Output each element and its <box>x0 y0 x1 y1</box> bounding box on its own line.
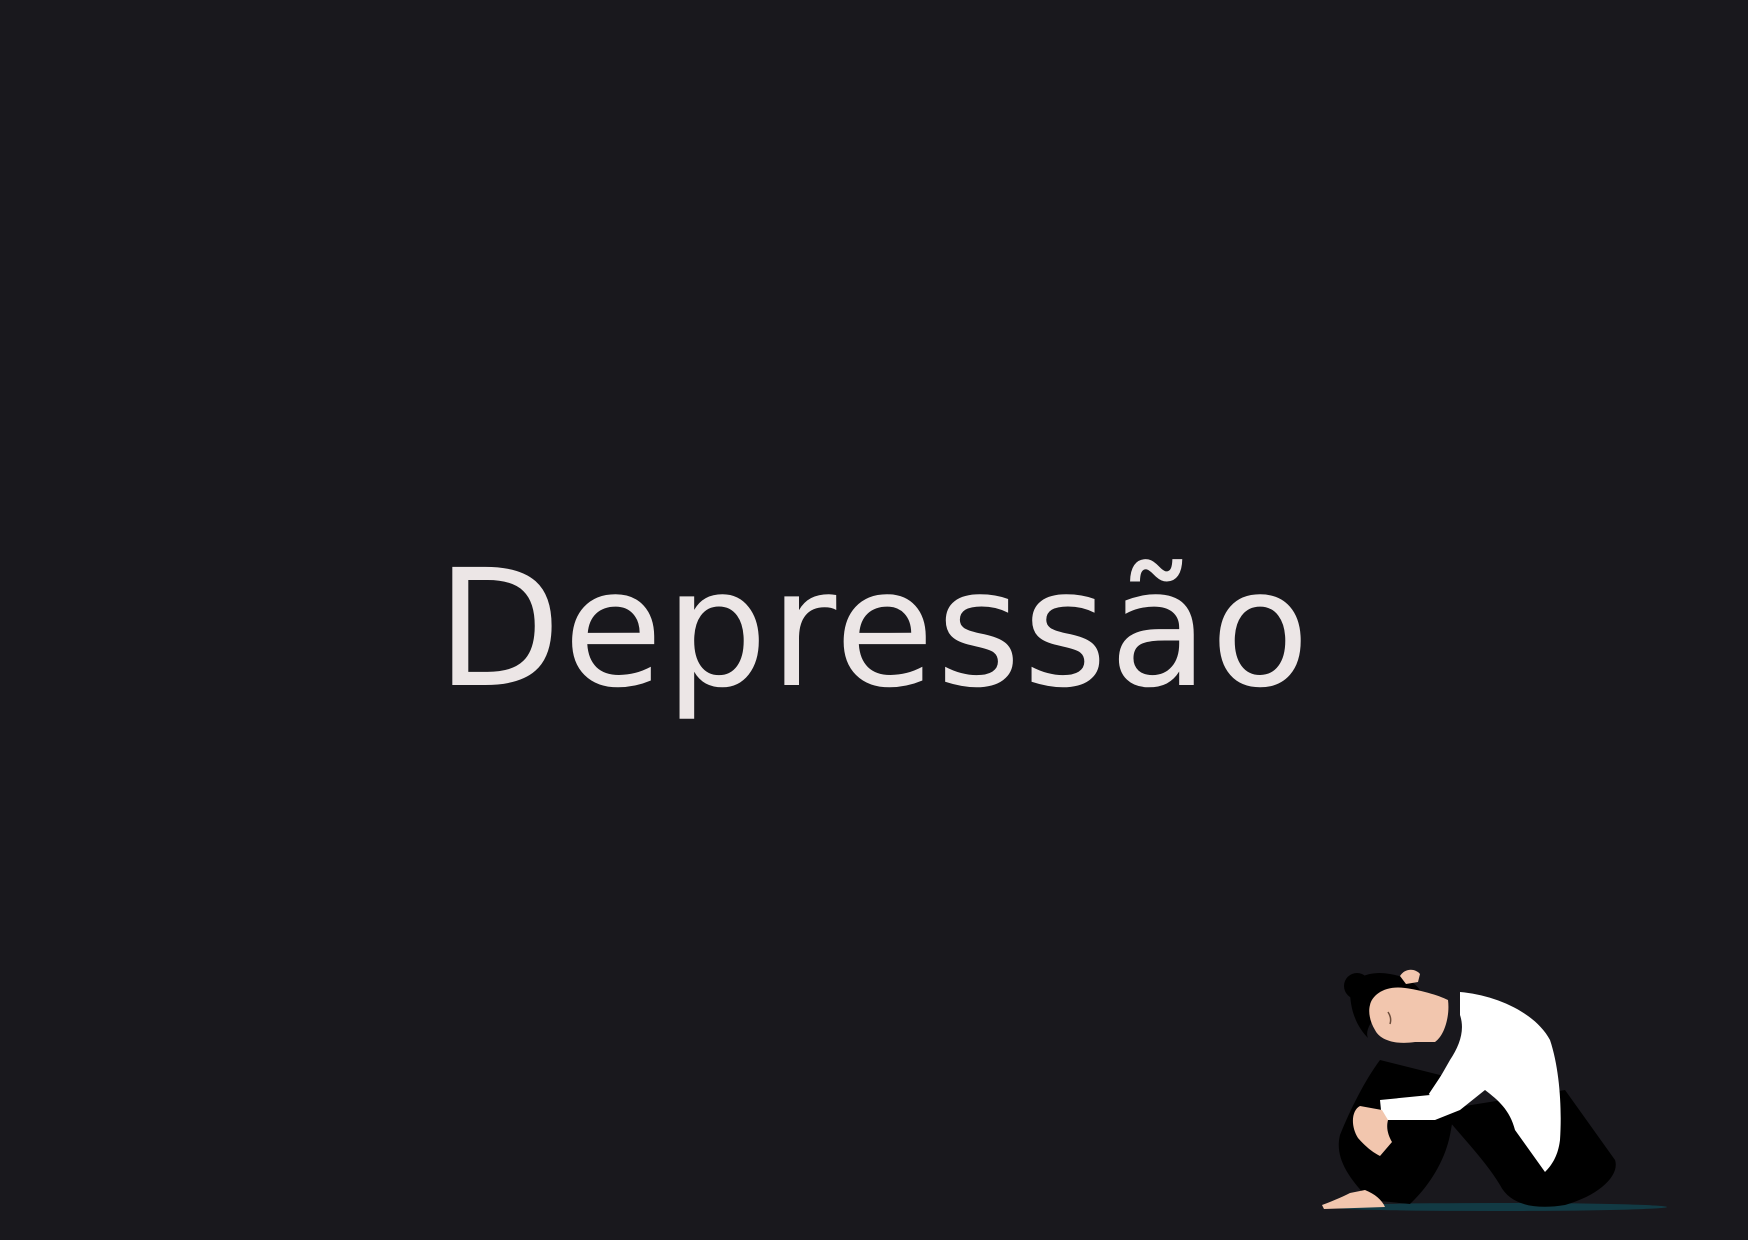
face <box>1369 987 1449 1043</box>
slide: Depressão <box>0 0 1748 1240</box>
sad-person-hugging-knees-illustration <box>1322 969 1667 1211</box>
slide-title: Depressão <box>436 536 1312 724</box>
